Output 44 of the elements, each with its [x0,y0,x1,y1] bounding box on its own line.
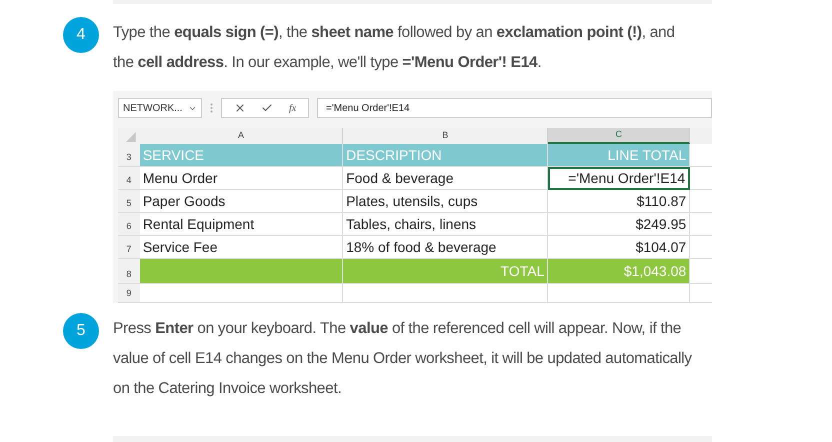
spreadsheet-cell: LINE TOTAL [548,144,690,167]
spreadsheet-cell: Tables, chairs, linens [343,213,548,236]
spreadsheet-cell: ='Menu Order'!E14 [548,167,690,190]
spreadsheet-cell: Food & beverage [343,167,548,190]
step-number-badge: 4 [63,17,99,53]
spreadsheet-cell [690,144,712,167]
step-number-badge: 5 [63,313,99,349]
row-number: 3 [118,144,140,167]
spreadsheet-cell [690,190,712,213]
cancel-icon[interactable] [234,102,246,114]
spreadsheet-cell: Rental Equipment [140,213,344,236]
spreadsheet-cell: Service Fee [140,236,344,259]
spreadsheet-cell: Plates, utensils, cups [343,190,548,213]
row-number: 4 [118,167,140,190]
spreadsheet-cell [690,167,712,190]
grip-icon [210,103,213,113]
spreadsheet-cell: $1,043.08 [548,259,690,284]
spreadsheet-cell [690,236,712,259]
spreadsheet-cell: $110.87 [548,190,690,213]
step-text: Press Enter on your keyboard. The value of the referenced cell will appear. Now, if the value of cell E14 changes on the Menu Order worksheet, it will be updated automatically on the Catering Invoice worksheet. [113,319,693,399]
row-number: 9 [118,284,140,303]
column-header[interactable]: B [343,128,548,144]
spreadsheet-cell: Menu Order [140,167,344,190]
spreadsheet-cell: $249.95 [548,213,690,236]
formula-field[interactable]: ='Menu Order'!E14 [317,98,712,118]
row-number: 7 [118,236,140,259]
spreadsheet-cell: TOTAL [343,259,548,284]
spreadsheet-cell: DESCRIPTION [343,144,548,167]
column-header[interactable]: A [140,128,344,144]
row-number: 5 [118,190,140,213]
spreadsheet-cell [690,213,712,236]
row-number: 8 [118,259,140,284]
spreadsheet-cell [690,284,712,303]
column-header[interactable]: C [548,128,690,144]
spreadsheet-cell: $104.07 [548,236,690,259]
spreadsheet-cell: Paper Goods [140,190,344,213]
name-box[interactable]: NETWORK... [118,98,202,118]
row-number: 6 [118,213,140,236]
enter-icon[interactable] [261,102,274,114]
spreadsheet-cell: 18% of food & beverage [343,236,548,259]
step-text: Type the equals sign (=), the sheet name followed by an exclamation point (!), and the cell address. In our example, we'll type ='Menu Order'! E14. [113,23,676,73]
function-button[interactable]: fx [288,100,296,116]
spreadsheet-cell: SERVICE [140,144,344,167]
spreadsheet-cell [690,259,712,284]
